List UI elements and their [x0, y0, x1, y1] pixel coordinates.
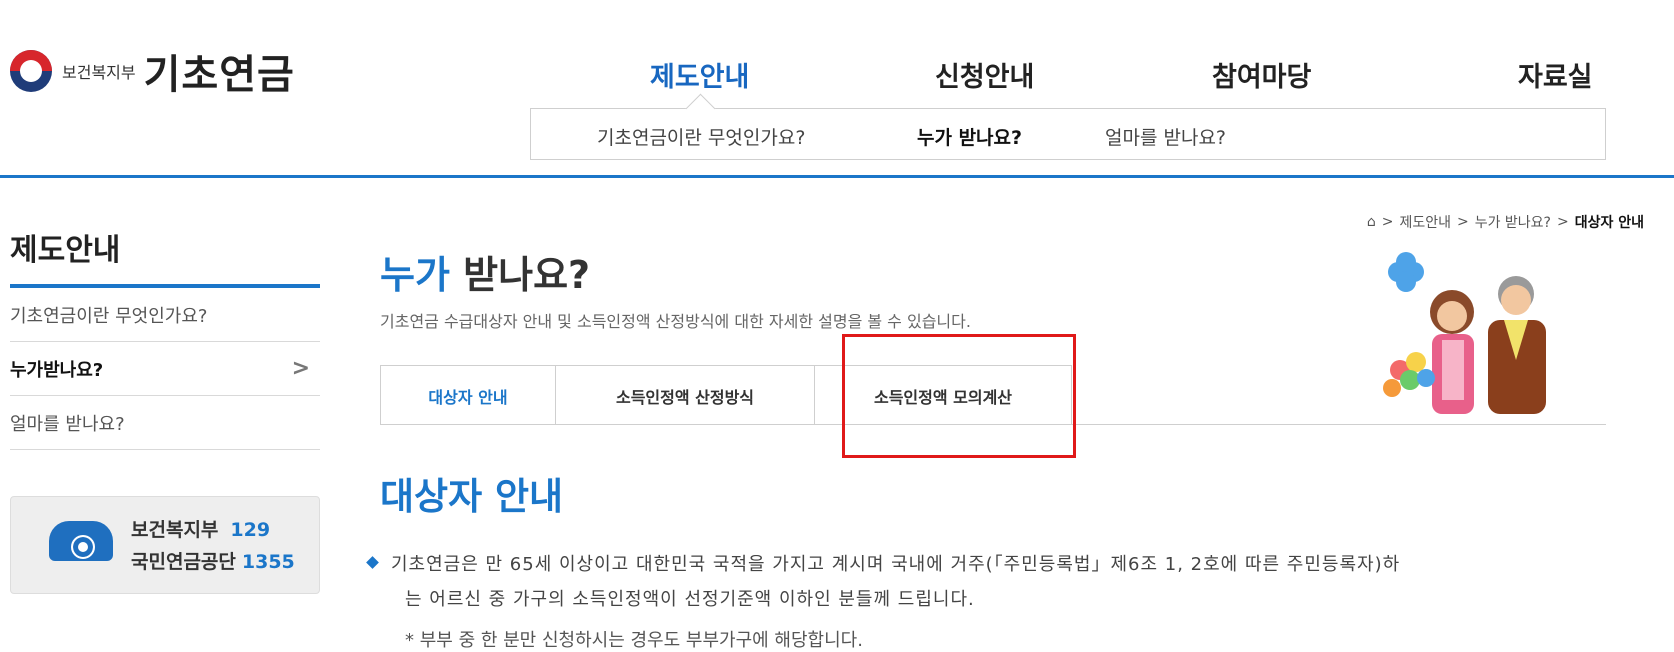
breadcrumb-current: 대상자 안내 [1574, 215, 1644, 231]
bullet-text-line: 기초연금은 만 65세 이상이고 대한민국 국적을 가지고 계시며 국내에 거주… [366, 550, 1401, 576]
sidebar-item-how-much[interactable]: 얼마를 받나요? [10, 396, 320, 450]
subnav-who-receives[interactable]: 누가 받나요? [917, 123, 1022, 150]
page-title-highlight: 누가 [380, 253, 450, 297]
sidebar-item-what-is[interactable]: 기초연금이란 무엇인가요? [10, 288, 320, 342]
chevron-right-icon: > [291, 356, 310, 381]
nav-item-system-guide[interactable]: 제도안내 [650, 55, 749, 94]
tab-eligibility[interactable]: 대상자 안내 [380, 365, 556, 425]
subnav-what-is-basic-pension[interactable]: 기초연금이란 무엇인가요? [597, 123, 805, 150]
home-icon[interactable]: ⌂ [1367, 214, 1376, 230]
nav-item-resources[interactable]: 자료실 [1518, 55, 1593, 94]
contact-number: 129 [230, 519, 271, 541]
nav-item-application-guide[interactable]: 신청안내 [935, 55, 1034, 94]
sidebar-item-label: 기초연금이란 무엇인가요? [10, 305, 208, 327]
contact-number: 1355 [241, 551, 295, 573]
sub-navigation-bar: 기초연금이란 무엇인가요? 누가 받나요? 얼마를 받나요? [530, 108, 1606, 160]
note-text: * 부부 중 한 분만 신청하시는 경우도 부부가구에 해당합니다. [405, 630, 863, 651]
sidebar-item-who-receives[interactable]: 누가받나요? > [10, 342, 320, 396]
bullet-text: 기초연금은 만 65세 이상이고 대한민국 국적을 가지고 계시며 국내에 거주… [391, 554, 1401, 575]
contact-line: 보건복지부 129 [131, 515, 270, 542]
page-description: 기초연금 수급대상자 안내 및 소득인정액 산정방식에 대한 자세한 설명을 볼… [380, 312, 971, 331]
breadcrumb-item[interactable]: 누가 받나요? [1475, 212, 1551, 232]
page-title: 누가 받나요? [380, 244, 590, 299]
sidebar-item-label: 얼마를 받나요? [10, 413, 125, 435]
sidebar-title: 제도안내 [10, 233, 121, 268]
breadcrumb-separator: > [1456, 214, 1469, 230]
header-divider [0, 175, 1674, 178]
phone-icon [49, 521, 113, 561]
contact-label: 국민연금공단 [131, 551, 236, 573]
tab-income-calculation-method[interactable]: 소득인정액 산정방식 [555, 365, 815, 425]
contact-label: 보건복지부 [131, 519, 219, 541]
bullet-diamond-icon [366, 556, 379, 569]
main-navigation: 제도안내 신청안내 참여마당 자료실 [0, 55, 1674, 95]
sidebar-item-label: 누가받나요? [10, 359, 104, 381]
breadcrumb-separator: > [1556, 214, 1569, 230]
breadcrumb: ⌂ > 제도안내 > 누가 받나요? > 대상자 안내 [1367, 212, 1644, 232]
breadcrumb-item[interactable]: 제도안내 [1399, 212, 1451, 232]
contact-box: 보건복지부 129 국민연금공단 1355 [10, 496, 320, 594]
bullet-text-continuation: 는 어르신 중 가구의 소득인정액이 선정기준액 이하인 분들께 드립니다. [405, 589, 975, 610]
annotation-highlight-box [842, 334, 1076, 458]
section-title: 대상자 안내 [380, 475, 564, 518]
subnav-how-much[interactable]: 얼마를 받나요? [1105, 123, 1226, 150]
nav-item-participation[interactable]: 참여마당 [1212, 55, 1311, 94]
contact-line: 국민연금공단 1355 [131, 547, 295, 574]
breadcrumb-separator: > [1381, 214, 1394, 230]
page-title-rest: 받나요? [449, 253, 591, 297]
elderly-couple-illustration [1383, 252, 1546, 414]
